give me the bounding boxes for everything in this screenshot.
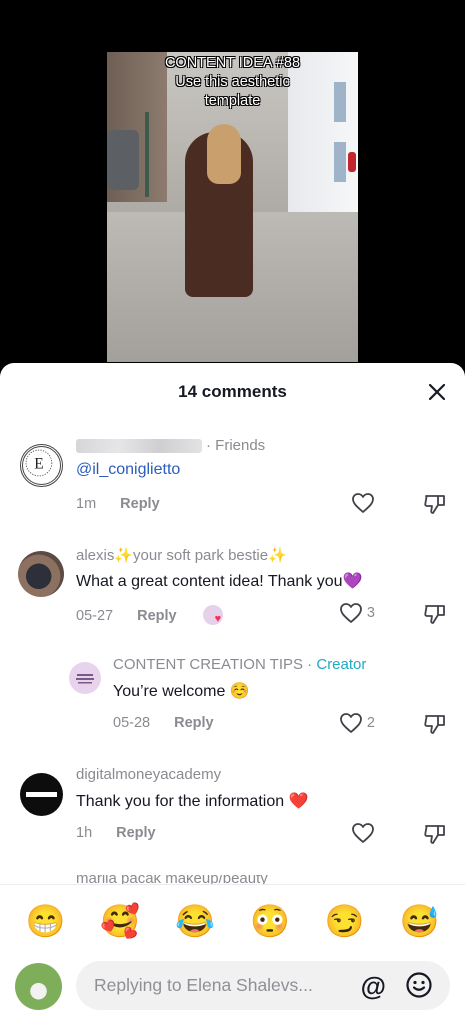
caption-line: CONTENT IDEA #88 xyxy=(164,55,301,71)
comment-meta: 05-28 Reply xyxy=(113,715,214,731)
close-icon[interactable] xyxy=(427,382,447,402)
avatar[interactable] xyxy=(69,662,101,694)
reply-button[interactable]: Reply xyxy=(174,715,214,731)
author-name: CONTENT CREATION TIPS · xyxy=(113,656,313,673)
comment-meta: 1h Reply xyxy=(76,825,156,841)
comment-text: You’re welcome ☺️ xyxy=(113,683,250,700)
emoji-quick-bar: 😁 🥰 😂 😳 😏 😅 xyxy=(0,895,465,947)
comment-author[interactable]: CONTENT CREATION TIPS · Creator xyxy=(113,656,366,673)
reply-button[interactable]: Reply xyxy=(137,608,177,624)
emoji-picker-icon[interactable] xyxy=(405,971,433,999)
user-mention[interactable]: @il_coniglietto xyxy=(76,461,180,478)
caption-line: template xyxy=(204,93,261,109)
like-button[interactable]: 2 xyxy=(339,712,375,734)
like-count: 3 xyxy=(366,605,375,621)
like-button[interactable] xyxy=(351,822,375,844)
heart-icon xyxy=(352,823,374,843)
comment-meta: 1m Reply xyxy=(76,496,160,512)
heart-icon: ♥ xyxy=(214,613,222,625)
comment-input[interactable] xyxy=(94,975,349,996)
divider xyxy=(0,884,465,885)
emoji-joy-button[interactable]: 😂 xyxy=(173,902,217,940)
window xyxy=(334,142,346,182)
video-preview[interactable]: CONTENT IDEA #88 Use this aesthetic temp… xyxy=(107,52,358,362)
like-button[interactable] xyxy=(351,492,375,514)
comment-text: @il_coniglietto xyxy=(76,461,180,479)
emoji-flushed-button[interactable]: 😳 xyxy=(248,902,292,940)
parked-car xyxy=(107,130,139,190)
svg-text:E: E xyxy=(34,456,43,473)
video-caption-overlay: CONTENT IDEA #88 Use this aesthetic temp… xyxy=(107,54,358,111)
emoji-hearts-button[interactable]: 🥰 xyxy=(98,902,142,940)
creator-badge: Creator xyxy=(316,656,367,673)
reply-button[interactable]: Reply xyxy=(120,496,160,512)
comment-text: What a great content idea! Thank you💜 xyxy=(76,573,363,590)
dislike-icon[interactable] xyxy=(423,603,447,625)
comments-count-title: 14 comments xyxy=(178,382,287,401)
comment-author[interactable]: · Friends xyxy=(76,437,265,454)
fire-hydrant xyxy=(348,152,356,172)
emoji-sweat-smile-button[interactable]: 😅 xyxy=(398,902,442,940)
academy-logo-icon xyxy=(26,792,57,797)
my-avatar[interactable] xyxy=(15,963,62,1010)
heart-icon xyxy=(340,713,362,733)
comment-input-container: @ xyxy=(76,961,450,1010)
comment-time: 1h xyxy=(76,825,93,841)
blurred-username xyxy=(76,439,202,454)
emoji-smirk-button[interactable]: 😏 xyxy=(323,902,367,940)
caption-line: Use this aesthetic xyxy=(175,74,290,90)
street-pole xyxy=(145,112,149,197)
dislike-icon[interactable] xyxy=(423,713,447,735)
avatar[interactable] xyxy=(20,773,63,816)
friends-label: · Friends xyxy=(206,437,266,454)
comment-time: 1m xyxy=(76,496,97,512)
comment-time: 05-27 xyxy=(76,608,114,624)
like-count: 2 xyxy=(366,715,375,731)
dislike-icon[interactable] xyxy=(423,823,447,845)
dislike-icon[interactable] xyxy=(423,493,447,515)
avatar[interactable]: E xyxy=(20,444,63,487)
mention-at-button[interactable]: @ xyxy=(361,971,386,1002)
comment-author[interactable]: alexis✨your soft park bestie✨ xyxy=(76,546,287,564)
emoji-grin-button[interactable]: 😁 xyxy=(23,902,67,940)
heart-icon xyxy=(352,493,374,513)
comments-sheet: 14 comments E · Friends @il_coniglietto … xyxy=(0,363,465,1024)
avatar[interactable] xyxy=(18,551,64,597)
reply-button[interactable]: Reply xyxy=(116,825,156,841)
comment-meta: 05-27 Reply ♥ xyxy=(76,605,227,627)
like-button[interactable]: 3 xyxy=(339,602,375,624)
creator-liked-badge: ♥ xyxy=(202,605,227,627)
sheet-header: 14 comments xyxy=(0,363,465,421)
comment-composer: @ xyxy=(0,961,465,1011)
creator-logo-icon xyxy=(76,674,94,684)
comment-author[interactable]: digitalmoneyacademy xyxy=(76,766,221,783)
e-logo-icon: E xyxy=(25,449,53,477)
comment-time: 05-28 xyxy=(113,715,151,731)
woman-hair xyxy=(207,124,241,184)
comment-text: Thank you for the information ❤️ xyxy=(76,793,309,810)
heart-icon xyxy=(340,603,362,623)
